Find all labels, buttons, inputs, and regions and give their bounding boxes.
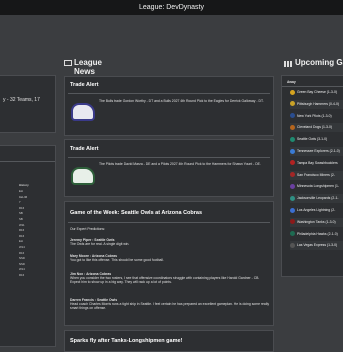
prediction-text: Head coach Charles Morris runs a tight s… [70, 302, 270, 311]
team-name: Tampa Bay Swashbucklers [297, 160, 338, 165]
news-card-sparks[interactable]: Sparks fly after Tanks-Longshipmen game! [64, 330, 274, 352]
team-logo-icon [290, 160, 295, 166]
upcoming-game-row[interactable]: New York Pilots (1-3-0) [290, 112, 343, 121]
upcoming-game-row[interactable]: Washington Tanks (1-3-0) [290, 217, 343, 227]
window-title: League: DevDynasty [139, 4, 204, 11]
history-panel: History ELI 1ELIM 7 R16 SB SB W11 R16 R16 ELI W14 R… [0, 145, 56, 347]
away-column-header: Away [287, 80, 296, 84]
team-name: Pittsburgh Hammers (0-4-0) [297, 101, 340, 106]
upcoming-game-row[interactable]: Philadelphia Hawks (2-1-0) [290, 230, 343, 239]
team-logo-icon [290, 243, 295, 248]
upcoming-games-title: Upcoming Games [295, 58, 343, 67]
prediction-text: When you consider the two rosters, I see… [70, 276, 260, 285]
history-value: 1ELIM [19, 194, 28, 199]
team-name: Green Bay Cheese (1-3-0) [297, 90, 337, 94]
team-name: Los Angeles Lightning (2- [297, 208, 336, 212]
team-helmet-icon [71, 167, 95, 185]
upcoming-game-row[interactable]: Green Bay Cheese (1-3-0) [290, 88, 343, 97]
team-logo-icon [290, 231, 295, 237]
history-value: 7 [19, 200, 21, 205]
team-logo-icon [290, 219, 295, 225]
upcoming-game-row[interactable]: Los Angeles Lightning (2- [290, 206, 343, 215]
team-name: Jacksonville Leopards (2-1- [297, 196, 339, 201]
trade-alert-body: The Pilots trade David Marza - DE and a … [99, 162, 261, 166]
upcoming-game-row[interactable]: Cleveland Dogs (1-3-0) [290, 123, 343, 133]
team-logo-icon [290, 136, 295, 142]
upcoming-game-row[interactable]: Minnesota Longshipmen (1- [290, 182, 343, 191]
team-name: New York Pilots (1-3-0) [297, 113, 332, 118]
history-value: R16 [19, 228, 25, 233]
prediction-text: You got to like this offense. This shoul… [70, 258, 164, 262]
team-logo-icon [290, 113, 295, 119]
history-value: W11 [19, 222, 25, 227]
bar-chart-icon [284, 61, 292, 67]
team-logo-icon [290, 184, 295, 189]
newspaper-icon [64, 60, 72, 66]
game-of-the-week-card[interactable]: Game of the Week: Seattle Owls at Arizon… [64, 201, 274, 326]
history-value: R16 [19, 205, 25, 210]
news-card-heading: Sparks fly after Tanks-Longshipmen game! [70, 338, 183, 344]
window-title-bar: League: DevDynasty [0, 0, 343, 15]
game-of-week-heading: Game of the Week: Seattle Owls at Arizon… [70, 210, 203, 216]
league-news-title: League News [74, 58, 103, 76]
team-helmet-icon [71, 103, 95, 121]
trade-alert-card-2[interactable]: Trade Alert The Pilots trade David Marza… [64, 139, 274, 197]
team-logo-icon [290, 101, 295, 107]
upcoming-games-header: Upcoming Games [284, 58, 343, 70]
team-logo-icon [290, 148, 295, 154]
upcoming-game-row[interactable]: Pittsburgh Hammers (0-4-0) [290, 99, 343, 109]
team-logo-icon [290, 172, 295, 178]
team-logo-icon [290, 89, 295, 95]
history-value: NSD [19, 256, 25, 261]
upcoming-game-row[interactable]: Tampa Bay Swashbucklers [290, 159, 343, 168]
history-value: W14 [19, 245, 25, 249]
team-name: Seattle Owls (3-1-0) [297, 137, 328, 142]
upcoming-game-row[interactable]: San Francisco Miners (2- [290, 170, 343, 180]
history-value: R16 [19, 250, 25, 255]
history-value: ELI [19, 239, 24, 244]
history-value: SB [19, 217, 23, 221]
trade-alert-body: The Bulls trade Gordon Worthy - DT and a… [99, 99, 264, 103]
team-name: Las Vegas Express (1-3-0) [297, 243, 338, 248]
history-value: SB [19, 211, 23, 216]
team-name: Cleveland Dogs (1-3-0) [297, 125, 333, 130]
history-value: W14 [19, 267, 25, 272]
prediction-text: The Owls are for real. A single digit wi… [70, 242, 130, 246]
trade-alert-card-1[interactable]: Trade Alert The Bulls trade Gordon Worth… [64, 76, 274, 136]
team-name: Minnesota Longshipmen (1- [297, 184, 340, 189]
upcoming-game-row[interactable]: Jacksonville Leopards (2-1- [290, 194, 343, 204]
team-logo-icon [290, 195, 295, 201]
team-logo-icon [290, 125, 295, 130]
team-name: Philadelphia Hawks (2-1-0) [297, 231, 338, 236]
predictions-intro: Our Expert Predictions: [70, 227, 106, 231]
team-logo-icon [290, 207, 295, 213]
team-name: San Francisco Miners (2- [297, 172, 335, 177]
history-header: History [19, 183, 29, 187]
trade-alert-heading: Trade Alert [70, 82, 99, 88]
team-summary-panel: y - 32 Teams, 17 [0, 75, 56, 133]
history-value: NSD [19, 261, 25, 266]
history-value: R16 [19, 233, 25, 238]
history-value: ELI [19, 189, 24, 193]
league-info-text: y - 32 Teams, 17 [3, 97, 40, 103]
team-name: Tennessee Explorers (2-1-0) [297, 149, 340, 153]
trade-alert-heading: Trade Alert [70, 146, 99, 152]
history-value: R16 [19, 273, 25, 277]
upcoming-game-row[interactable]: Las Vegas Express (1-3-0) [290, 241, 343, 251]
upcoming-game-row[interactable]: Tennessee Explorers (2-1-0) [290, 147, 343, 156]
upcoming-game-row[interactable]: Seattle Owls (3-1-0) [290, 135, 343, 144]
team-name: Washington Tanks (1-3-0) [297, 219, 336, 224]
